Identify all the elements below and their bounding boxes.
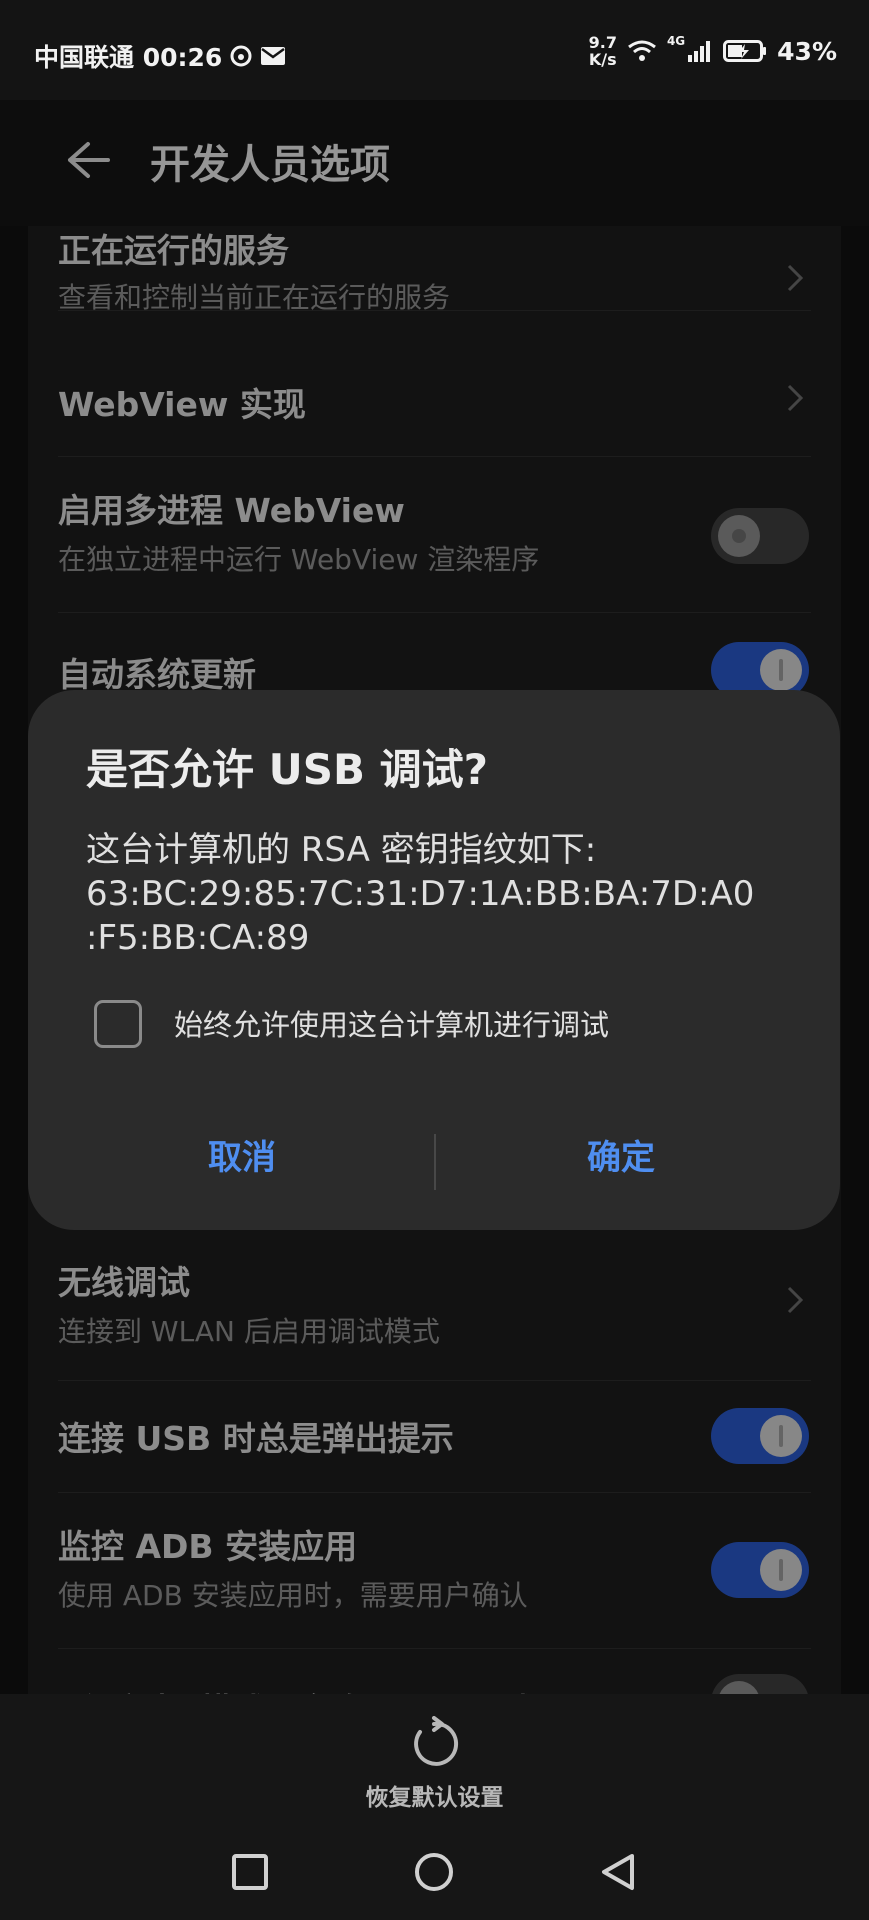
battery-percent: 43% bbox=[777, 36, 837, 66]
back-triangle-icon[interactable] bbox=[598, 1852, 638, 1892]
cancel-button[interactable]: 取消 bbox=[208, 1130, 276, 1179]
status-right: 9.7 K/s 4G 43% bbox=[589, 34, 837, 68]
status-bar: 中国联通 00:26 9.7 K/s 4G 43% bbox=[0, 0, 869, 100]
recents-square-icon[interactable] bbox=[230, 1852, 270, 1892]
status-left: 中国联通 00:26 bbox=[34, 38, 286, 74]
button-divider bbox=[434, 1134, 436, 1190]
reset-defaults-label[interactable]: 恢复默认设置 bbox=[0, 1778, 869, 1812]
always-allow-checkbox[interactable] bbox=[94, 1000, 142, 1048]
signal-icon bbox=[688, 41, 711, 62]
usb-debug-dialog: 是否允许 USB 调试? 这台计算机的 RSA 密钥指纹如下: 63:BC:29:… bbox=[28, 690, 840, 1230]
dialog-title: 是否允许 USB 调试? bbox=[86, 745, 488, 794]
always-allow-label[interactable]: 始终允许使用这台计算机进行调试 bbox=[174, 1002, 609, 1044]
battery-charging-icon bbox=[723, 40, 767, 62]
reset-icon[interactable] bbox=[406, 1716, 462, 1772]
dialog-message: 这台计算机的 RSA 密钥指纹如下: 63:BC:29:85:7C:31:D7:1… bbox=[86, 830, 755, 958]
net-speed: 9.7 K/s bbox=[588, 33, 617, 69]
carrier-time: 中国联通 00:26 bbox=[34, 43, 223, 72]
wifi-icon bbox=[628, 40, 656, 61]
mail-icon bbox=[261, 47, 286, 65]
notification-app-icon bbox=[230, 45, 252, 67]
home-circle-icon[interactable] bbox=[414, 1852, 454, 1892]
network-type: 4G bbox=[666, 34, 686, 48]
confirm-button[interactable]: 确定 bbox=[587, 1130, 655, 1179]
